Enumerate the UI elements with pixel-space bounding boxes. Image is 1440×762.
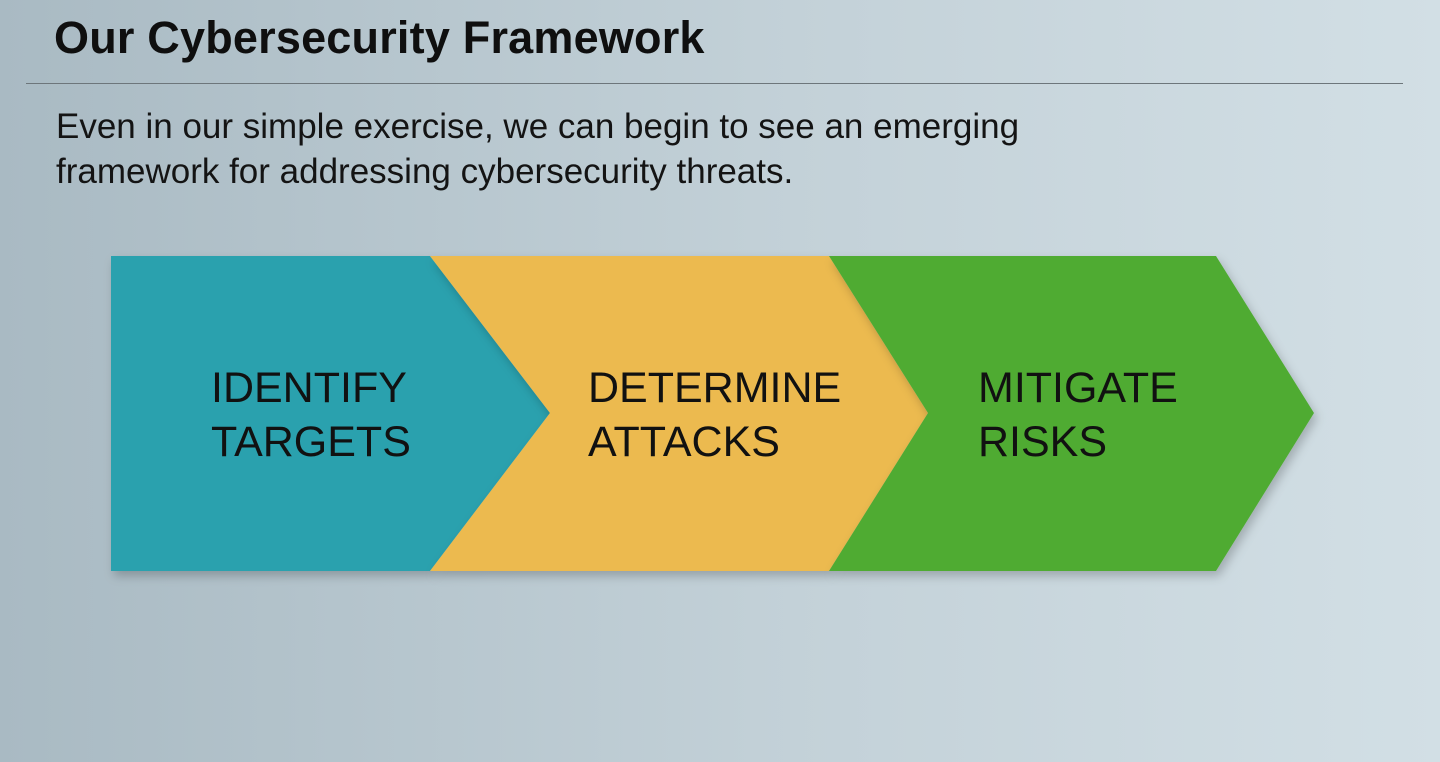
step-label-risks: RISKS — [978, 418, 1107, 466]
svg-text:RISKS: RISKS — [978, 418, 1107, 466]
step-label-identify: IDENTIFY — [211, 364, 407, 412]
step-label-mitigate: MITIGATE — [978, 364, 1178, 412]
step-label-attacks: ATTACKS — [588, 418, 780, 466]
svg-text:DETERMINE: DETERMINE — [588, 364, 841, 412]
process-flow-diagram: IDENTIFY TARGETS DETERMINE ATTACKS MITIG… — [111, 256, 1314, 571]
step-label-targets: TARGETS — [211, 418, 411, 466]
svg-text:TARGETS: TARGETS — [211, 418, 411, 466]
svg-text:MITIGATE: MITIGATE — [978, 364, 1178, 412]
step-label-determine: DETERMINE — [588, 364, 841, 412]
svg-text:ATTACKS: ATTACKS — [588, 418, 780, 466]
svg-text:IDENTIFY: IDENTIFY — [211, 364, 407, 412]
